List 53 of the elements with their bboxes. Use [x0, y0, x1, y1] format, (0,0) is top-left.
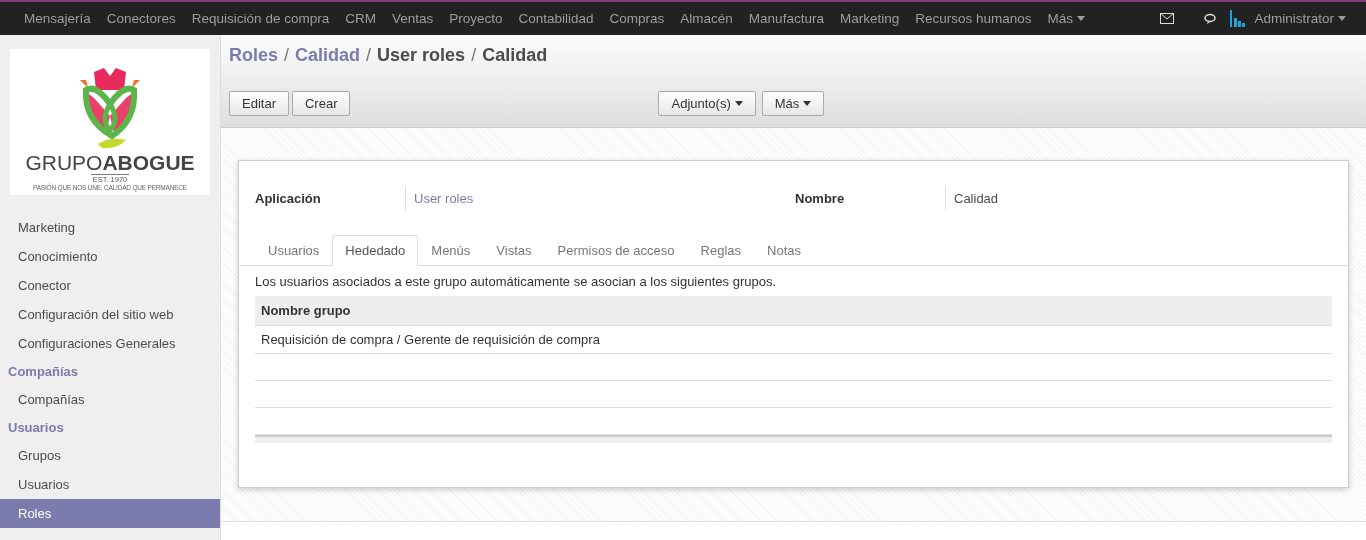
- menu-item[interactable]: Mensajería: [16, 11, 99, 26]
- menu-item[interactable]: CRM: [337, 11, 384, 26]
- tab[interactable]: Permisos de acceso: [544, 235, 688, 266]
- menu-item[interactable]: Proyecto: [441, 11, 511, 26]
- tab[interactable]: Notas: [754, 235, 814, 266]
- breadcrumb-link[interactable]: Calidad: [295, 45, 361, 66]
- sidebar-section-header: Usuarios: [7, 419, 65, 437]
- menu-item[interactable]: Manufactura: [740, 11, 832, 26]
- menu-item[interactable]: Ventas: [383, 11, 442, 26]
- sidebar-item[interactable]: Roles: [0, 499, 220, 528]
- menu-item[interactable]: Conectores: [98, 11, 184, 26]
- mail-icon[interactable]: [1160, 13, 1175, 24]
- column-header: Nombre grupo: [255, 296, 1332, 326]
- sidebar-item[interactable]: Conocimiento: [0, 242, 220, 271]
- chat-icon[interactable]: [1204, 12, 1219, 25]
- action-button[interactable]: Editar: [229, 91, 289, 116]
- menu-item[interactable]: Compras: [601, 11, 673, 26]
- field-label: Aplicación: [255, 191, 322, 206]
- menu-item[interactable]: Almacén: [672, 11, 741, 26]
- breadcrumb-link[interactable]: Roles: [229, 45, 279, 66]
- field-label: Nombre: [795, 191, 846, 206]
- breadcrumb-current: Calidad: [482, 45, 548, 66]
- tab[interactable]: Vistas: [483, 235, 545, 266]
- table-cell: Requisición de compra / Gerente de requisición de compra: [255, 325, 1332, 354]
- sidebar-item[interactable]: Configuraciones Generales: [0, 329, 220, 358]
- tab[interactable]: Menús: [418, 235, 484, 266]
- menu-item[interactable]: Requisición de compra: [183, 11, 338, 26]
- description-text: Los usuarios asociados a este grupo automáticamente se asocian a los siguientes grupos.: [255, 274, 778, 289]
- sidebar-section-header: Compañías: [7, 363, 80, 381]
- breadcrumb-separator: /: [366, 45, 372, 66]
- sidebar-item[interactable]: Compañías: [0, 385, 220, 414]
- sidebar-item[interactable]: Conector: [0, 271, 220, 300]
- menu-item[interactable]: Marketing: [831, 11, 908, 26]
- user-menu[interactable]: Administrator: [1246, 11, 1354, 26]
- sidebar-item[interactable]: Configuración del sitio web: [0, 300, 220, 329]
- sidebar-item[interactable]: Usuarios: [0, 470, 220, 499]
- logo-brand: GRUPOABOGUE: [25, 152, 195, 173]
- tab[interactable]: Reglas: [687, 235, 755, 266]
- sidebar-item[interactable]: Grupos: [0, 441, 220, 470]
- dropdown-button[interactable]: Más: [761, 91, 825, 116]
- dropdown-button[interactable]: Adjunto(s): [658, 91, 756, 116]
- tab[interactable]: Hededado: [332, 235, 419, 266]
- more-menu[interactable]: Más: [1039, 11, 1093, 26]
- breadcrumb-separator: /: [284, 45, 290, 66]
- breadcrumb-separator: /: [471, 45, 477, 66]
- tab[interactable]: Usuarios: [255, 235, 333, 266]
- breadcrumb-current: User roles: [377, 45, 466, 66]
- field-link[interactable]: User roles: [405, 186, 795, 211]
- field-value: Calidad: [945, 186, 1332, 211]
- menu-item[interactable]: Recursos humanos: [907, 11, 1040, 26]
- action-button[interactable]: Crear: [291, 91, 351, 116]
- sidebar-item[interactable]: Marketing: [0, 213, 220, 242]
- menu-item[interactable]: Contabilidad: [510, 11, 602, 26]
